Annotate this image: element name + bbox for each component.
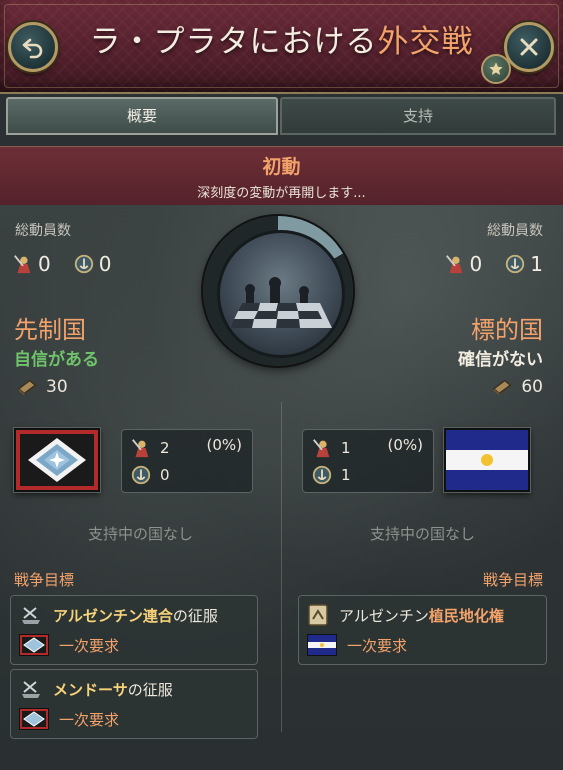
defender-role: 標的国 <box>471 316 543 344</box>
demand-label: 一次要求 <box>59 636 120 655</box>
attacker-war-goals-label: 戦争目標 <box>14 571 75 589</box>
attacker-flag[interactable] <box>14 428 100 492</box>
war-goal-suffix: の征服 <box>127 680 173 699</box>
small-flag-icon <box>307 634 337 656</box>
defender-army-stat: 1 <box>311 436 351 460</box>
army-icon <box>14 255 31 274</box>
attacker-mobilization-label: 総動員数 <box>15 223 71 239</box>
defender-confidence: 確信がない <box>458 350 543 370</box>
army-icon <box>313 439 330 458</box>
defender-mobilization-label: 総動員数 <box>487 223 543 239</box>
defender-score-row: 60 <box>491 374 543 400</box>
defender-army-value: 1 <box>341 439 351 457</box>
tab-bar: 概要 支持 <box>6 97 556 135</box>
conquest-icon <box>22 607 40 624</box>
close-x-icon <box>520 38 538 56</box>
page-title: ラ・プラタにおける外交戦 <box>70 17 493 67</box>
attacker-army-count: 0 <box>38 252 51 276</box>
side-divider <box>281 402 282 732</box>
defender-score: 60 <box>521 377 543 397</box>
navy-icon <box>74 254 93 274</box>
war-goal-title: アルゼンチン植民地化権 <box>307 602 504 628</box>
attacker-navy-value: 0 <box>160 466 170 484</box>
back-arrow-icon <box>22 38 43 59</box>
attacker-role: 先制国 <box>14 316 86 344</box>
attacker-no-supporters: 支持中の国なし <box>87 525 193 543</box>
war-goal-demand: 一次要求 <box>19 632 119 658</box>
defender-no-supporters: 支持中の国なし <box>369 525 475 543</box>
colonization-icon <box>308 604 328 626</box>
attacker-confidence: 自信がある <box>14 350 99 370</box>
war-goal-demand: 一次要求 <box>307 632 407 658</box>
attacker-score: 30 <box>46 377 68 397</box>
attacker-navy-count: 0 <box>98 252 112 276</box>
war-goal-prefix: アルゼンチン <box>339 606 429 625</box>
tab-overview[interactable]: 概要 <box>6 97 278 135</box>
war-goal-title: アルゼンチン連合の征服 <box>19 602 218 628</box>
title-prefix: ラ・プラタにおける <box>89 24 378 60</box>
navy-icon <box>131 465 151 485</box>
small-flag-icon <box>19 634 49 656</box>
war-goal-target: アルゼンチン連合 <box>53 606 173 625</box>
attacker-stats-box: 2 (0%) 0 <box>121 429 253 493</box>
attacker-score-row: 30 <box>16 374 68 400</box>
attacker-war-goal-1[interactable]: アルゼンチン連合の征服 一次要求 <box>10 595 258 665</box>
defender-stats-box: 1 (0%) 1 <box>302 429 434 493</box>
navy-icon <box>506 254 525 274</box>
attacker-mobilization-row: 0 0 <box>12 250 111 278</box>
defender-navy-value: 1 <box>341 466 351 484</box>
defender-flag[interactable] <box>444 428 530 492</box>
favorite-star-button[interactable] <box>481 54 511 84</box>
war-goal-title: メンドーサの征服 <box>19 676 173 702</box>
defender-war-goal-1[interactable]: アルゼンチン植民地化権 一次要求 <box>298 595 547 665</box>
demand-label: 一次要求 <box>347 636 408 655</box>
defender-army-percent: (0%) <box>387 436 423 454</box>
conquest-icon <box>22 681 40 698</box>
title-highlight: 外交戦 <box>377 24 474 60</box>
army-icon <box>132 439 149 458</box>
attacker-navy-stat: 0 <box>130 463 170 487</box>
attacker-army-value: 2 <box>160 439 170 457</box>
status-subtitle: 深刻度の変動が再開します... <box>197 186 366 201</box>
demand-label: 一次要求 <box>59 710 120 729</box>
war-goal-suffix: の征服 <box>172 606 218 625</box>
attacker-army-stat: 2 <box>130 436 170 460</box>
defender-army-count: 0 <box>469 252 483 276</box>
close-button[interactable] <box>504 22 554 72</box>
defender-mobilization-row: 0 1 <box>444 250 543 278</box>
star-icon <box>489 62 503 75</box>
war-goal-demand: 一次要求 <box>19 706 119 732</box>
war-goal-target: 植民地化権 <box>428 606 504 625</box>
attacker-army-percent: (0%) <box>206 436 242 454</box>
defender-navy-count: 1 <box>530 252 543 276</box>
navy-icon <box>312 465 332 485</box>
score-icon <box>493 379 512 396</box>
attacker-war-goal-2[interactable]: メンドーサの征服 一次要求 <box>10 669 258 739</box>
defender-war-goals-label: 戦争目標 <box>482 571 543 589</box>
defender-navy-stat: 1 <box>311 463 351 487</box>
status-title: 初動 <box>262 156 301 178</box>
score-icon <box>17 379 37 396</box>
chessboard-image <box>217 230 345 358</box>
army-icon <box>445 255 462 274</box>
back-button[interactable] <box>8 22 58 72</box>
tab-support[interactable]: 支持 <box>280 97 556 135</box>
war-goal-target: メンドーサ <box>53 680 128 699</box>
small-flag-icon <box>19 708 49 730</box>
